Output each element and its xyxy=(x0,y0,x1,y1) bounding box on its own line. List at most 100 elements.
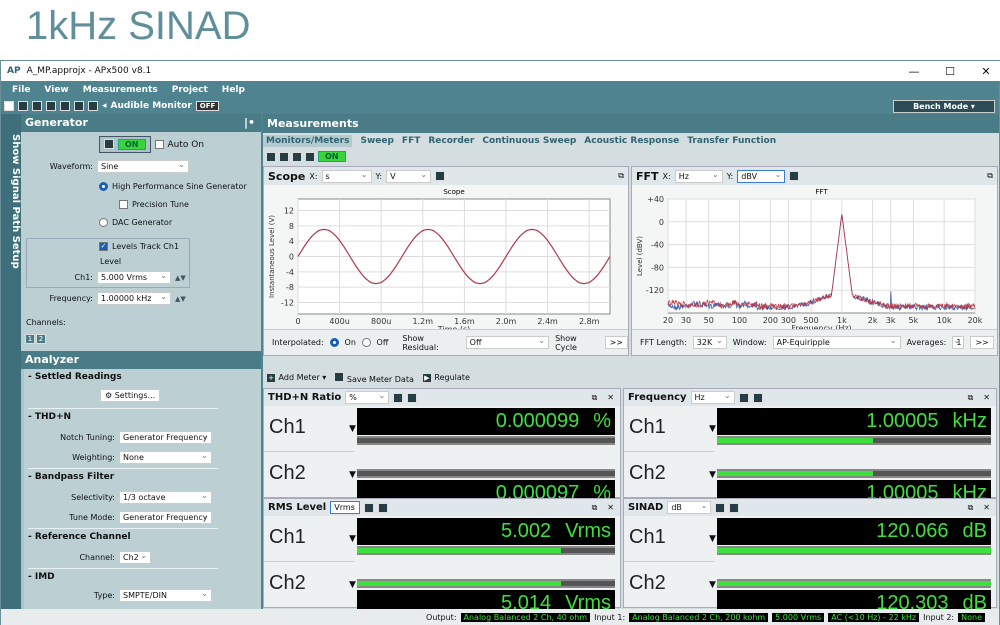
channel-menu-triangle-icon[interactable]: ▼ xyxy=(709,580,716,590)
channel-menu-triangle-icon[interactable]: ▼ xyxy=(709,424,716,434)
input1-status[interactable]: Analog Balanced 2 Ch, 200 kohm xyxy=(629,612,769,622)
channel-menu-triangle-icon[interactable]: ▼ xyxy=(349,534,356,544)
meter-unit-select[interactable]: dB xyxy=(667,500,712,514)
generator-power-button[interactable]: ON xyxy=(99,136,151,153)
fft-x-unit-select[interactable]: Hz xyxy=(674,169,723,183)
imd-section[interactable]: - IMD xyxy=(28,572,55,582)
bandpass-section[interactable]: - Bandpass Filter xyxy=(28,472,114,482)
menu-file[interactable]: File xyxy=(12,85,30,95)
level-spinner[interactable]: ▲▼ xyxy=(175,274,186,282)
auto-on-checkbox[interactable] xyxy=(154,140,164,149)
reference-channel-section[interactable]: - Reference Channel xyxy=(28,532,131,542)
maximize-button[interactable]: ☐ xyxy=(935,65,965,78)
save-icon[interactable] xyxy=(32,101,42,111)
levels-track-checkbox[interactable]: ✓ xyxy=(99,242,108,251)
weighting-select[interactable]: None xyxy=(119,450,212,464)
close-icon[interactable]: ✕ xyxy=(977,503,996,512)
fft-y-unit-select[interactable]: dBV xyxy=(737,169,786,183)
frequency-spinner[interactable]: ▲▼ xyxy=(175,295,186,303)
close-icon[interactable]: ✕ xyxy=(601,393,620,402)
clock-icon[interactable] xyxy=(292,151,302,162)
bandwidth-status[interactable]: AC (<10 Hz) - 22 kHz xyxy=(828,612,920,622)
dac-generator-radio[interactable] xyxy=(99,218,108,227)
channel-2-button[interactable]: 2 xyxy=(36,334,46,344)
frequency-input[interactable]: 1.00000 kHz xyxy=(97,291,171,305)
channel-menu-triangle-icon[interactable]: ▼ xyxy=(709,470,716,480)
settled-readings-section[interactable]: - Settled Readings xyxy=(28,372,122,382)
meter-display-icon[interactable] xyxy=(738,392,749,403)
input2-status[interactable]: None xyxy=(958,612,985,622)
swap-icon[interactable] xyxy=(266,151,276,162)
channel-1-button[interactable]: 1 xyxy=(25,334,35,344)
tab-transfer-function[interactable]: Transfer Function xyxy=(687,136,776,146)
meter-display-icon[interactable] xyxy=(364,502,375,513)
hp-sine-radio[interactable] xyxy=(99,182,108,191)
imd-type-select[interactable]: SMPTE/DIN xyxy=(119,588,212,602)
tab-monitors-meters[interactable]: Monitors/Meters xyxy=(263,134,353,147)
show-residual-select[interactable]: Off xyxy=(465,335,550,349)
precision-tune-checkbox[interactable] xyxy=(119,200,128,209)
popout-icon[interactable]: ⧉ xyxy=(592,393,598,403)
channel-select[interactable]: Ch2 xyxy=(119,550,151,564)
meter-unit-select[interactable]: % xyxy=(345,390,390,404)
ch1-level-input[interactable]: 5.000 Vrms xyxy=(97,270,171,284)
signal-icon[interactable] xyxy=(279,151,289,162)
menu-measurements[interactable]: Measurements xyxy=(83,85,158,95)
audible-monitor-toggle[interactable]: OFF xyxy=(195,101,220,111)
generator-on-toggle[interactable]: ON xyxy=(118,139,146,150)
thdn-section[interactable]: - THD+N xyxy=(28,412,71,422)
popout-icon[interactable]: ⧉ xyxy=(618,171,628,181)
fft-more-button[interactable]: >> xyxy=(970,336,994,349)
tune-mode-select[interactable]: Generator Frequency xyxy=(119,510,212,524)
interpolated-off-radio[interactable] xyxy=(361,338,371,347)
add-meter-button[interactable]: + Add Meter ▾ xyxy=(266,373,326,383)
input-range-status[interactable]: 5.000 Vrms xyxy=(772,612,825,622)
gear-icon[interactable] xyxy=(435,171,446,181)
meter-unit-select[interactable]: Hz xyxy=(690,390,735,404)
waveform-icon[interactable] xyxy=(88,101,98,111)
close-icon[interactable]: ✕ xyxy=(977,393,996,402)
scope-more-button[interactable]: >> xyxy=(604,336,628,349)
channel-menu-triangle-icon[interactable]: ▼ xyxy=(349,424,356,434)
fft-length-select[interactable]: 32K xyxy=(692,335,727,349)
window-select[interactable]: AP-Equiripple xyxy=(772,335,901,349)
scope-x-unit-select[interactable]: s xyxy=(321,169,372,183)
popout-icon[interactable]: ⧉ xyxy=(968,503,974,513)
signal-icon[interactable] xyxy=(60,101,70,111)
bench-mode-dropdown[interactable]: Bench Mode ▾ xyxy=(893,100,995,113)
notch-tuning-select[interactable]: Generator Frequency xyxy=(119,430,212,444)
selectivity-select[interactable]: 1/3 octave xyxy=(119,490,212,504)
gear-icon[interactable] xyxy=(729,502,740,513)
scope-y-unit-select[interactable]: V xyxy=(386,169,432,183)
gear-icon[interactable] xyxy=(789,171,800,181)
waveform-select[interactable]: Sine xyxy=(97,159,189,173)
close-button[interactable]: ✕ xyxy=(971,65,1000,78)
settings-button[interactable]: ⚙ Settings... xyxy=(100,389,161,402)
gear-icon[interactable] xyxy=(378,502,389,513)
tab-continuous-sweep[interactable]: Continuous Sweep xyxy=(482,136,576,146)
averages-input[interactable]: 1 xyxy=(952,335,965,349)
menu-project[interactable]: Project xyxy=(172,85,208,95)
meter-display-icon[interactable] xyxy=(715,502,726,513)
meter-unit-select[interactable]: Vrms xyxy=(330,500,361,514)
minimize-button[interactable]: — xyxy=(899,65,929,78)
output-status[interactable]: Analog Balanced 2 Ch, 40 ohm xyxy=(460,612,591,622)
clock-icon[interactable] xyxy=(74,101,84,111)
tab-acoustic-response[interactable]: Acoustic Response xyxy=(584,136,679,146)
channel-menu-triangle-icon[interactable]: ▼ xyxy=(709,534,716,544)
monitors-on-toggle[interactable]: ON xyxy=(318,151,346,162)
popout-icon[interactable]: ⧉ xyxy=(968,393,974,403)
close-icon[interactable]: ✕ xyxy=(601,503,620,512)
new-file-icon[interactable] xyxy=(4,101,14,111)
save-meter-data-button[interactable]: Save Meter Data xyxy=(334,372,414,384)
channel-menu-triangle-icon[interactable]: ▼ xyxy=(349,580,356,590)
popout-icon[interactable]: ⧉ xyxy=(987,171,997,181)
regulate-button[interactable]: ▶ Regulate xyxy=(421,373,470,383)
show-signal-path-setup-tab[interactable]: Show Signal Path Setup xyxy=(1,114,21,609)
interpolated-on-radio[interactable] xyxy=(329,338,339,347)
tab-fft[interactable]: FFT xyxy=(402,136,420,146)
gear-icon[interactable] xyxy=(46,101,56,111)
meter-display-icon[interactable] xyxy=(393,392,404,403)
waveform-icon[interactable] xyxy=(305,151,315,162)
menu-help[interactable]: Help xyxy=(222,85,245,95)
